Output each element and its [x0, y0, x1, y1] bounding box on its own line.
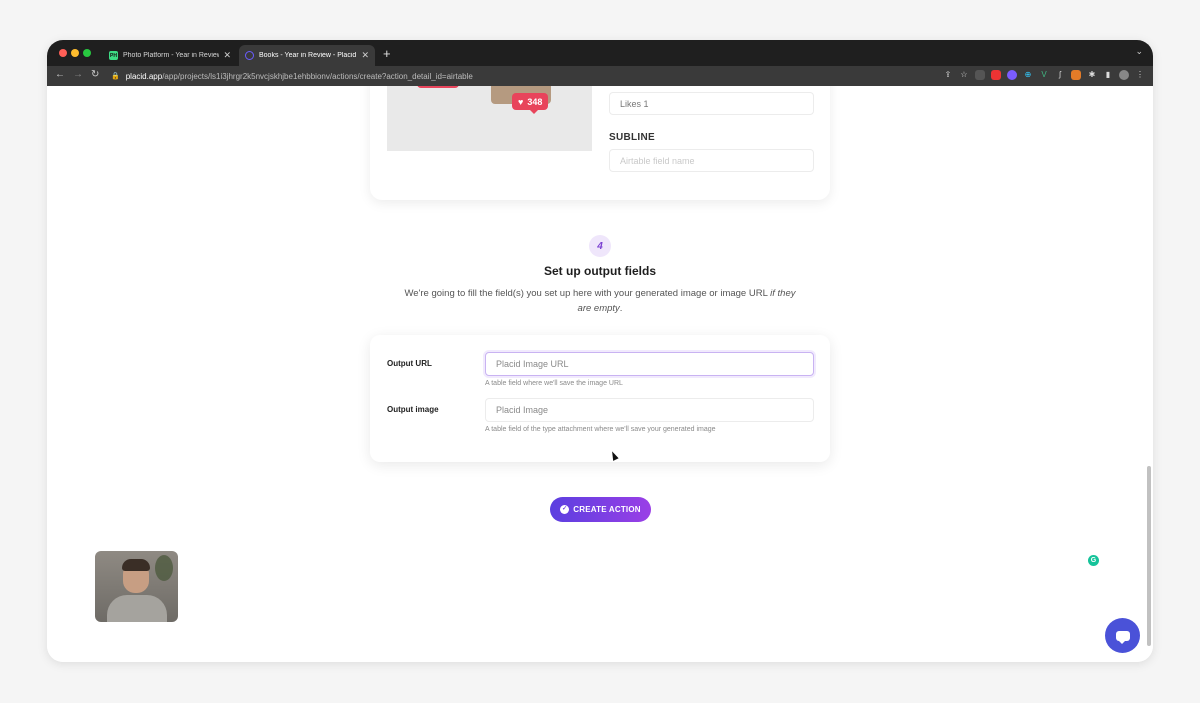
puzzle-icon[interactable]: ✱ [1087, 70, 1097, 80]
output-url-label: Output URL [387, 359, 432, 368]
field-mapping-card: ♥ 348 Likes 1 SUBLINE Airtable field nam… [370, 86, 830, 200]
close-tab-icon[interactable]: ✕ [223, 50, 231, 61]
extension-icon[interactable] [1007, 70, 1017, 80]
tab-photo-platform[interactable]: PH Photo Platform - Year in Review ✕ [103, 45, 237, 66]
tab-title: Photo Platform - Year in Review [123, 52, 220, 59]
chevron-down-icon[interactable]: ⌄ [1135, 46, 1143, 57]
section-title: Set up output fields [544, 264, 656, 278]
url-host: placid.app [125, 71, 163, 81]
output-image-input[interactable]: Placid Image [485, 398, 814, 422]
output-url-help: A table field where we'll save the image… [485, 380, 623, 387]
webcam-plant [155, 555, 173, 581]
tab-books[interactable]: Books - Year in Review - Placid ✕ [239, 45, 375, 66]
browser-toolbar: ← → ↻ 🔒 placid.app /app/projects/ls1i3jh… [47, 66, 1153, 86]
avatar[interactable] [1119, 70, 1129, 80]
output-fields-card: Output URL Placid Image URL A table fiel… [370, 335, 830, 462]
maximize-window-button[interactable] [83, 49, 91, 57]
step-number-badge: 4 [589, 235, 611, 257]
webcam-person-body [107, 595, 167, 622]
extension-icon[interactable] [991, 70, 1001, 80]
address-bar[interactable]: 🔒 placid.app /app/projects/ls1i3jhrgr2k5… [111, 68, 531, 84]
extension-icon[interactable]: ⊕ [1023, 70, 1033, 80]
menu-icon[interactable]: ⋮ [1135, 70, 1145, 80]
subline-label: SUBLINE [609, 132, 655, 143]
page-content: ♥ 348 Likes 1 SUBLINE Airtable field nam… [47, 86, 1153, 662]
lock-icon: 🔒 [111, 73, 120, 80]
tab-title: Books - Year in Review - Placid [259, 52, 357, 59]
back-arrow-icon[interactable]: ← [55, 69, 65, 80]
preview-badge-shape [417, 86, 459, 88]
browser-window: PH Photo Platform - Year in Review ✕ Boo… [47, 40, 1153, 662]
section-description: We're going to fill the field(s) you set… [400, 286, 800, 316]
share-icon[interactable]: ⇪ [943, 70, 953, 80]
close-window-button[interactable] [59, 49, 67, 57]
metamask-icon[interactable] [1071, 70, 1081, 80]
photo-platform-favicon-icon: PH [109, 51, 118, 60]
description-text: We're going to fill the field(s) you set… [404, 288, 771, 299]
bookmark-star-icon[interactable]: ☆ [959, 70, 969, 80]
chat-bubble-icon [1115, 630, 1130, 644]
output-image-help: A table field of the type attachment whe… [485, 426, 716, 433]
output-image-label: Output image [387, 405, 439, 414]
heart-icon: ♥ [518, 96, 524, 107]
description-end: . [619, 303, 623, 314]
extension-icon[interactable] [975, 70, 985, 80]
template-preview: ♥ 348 [387, 86, 592, 151]
webcam-overlay [95, 551, 178, 622]
reload-icon[interactable]: ↻ [91, 69, 99, 80]
create-action-button[interactable]: ✓ CREATE ACTION [550, 497, 651, 522]
scrollbar[interactable] [1147, 466, 1151, 646]
extensions-row: ⇪ ☆ ⊕ V ʃ ✱ ▮ ⋮ [943, 70, 1145, 80]
new-tab-icon[interactable]: + [383, 45, 391, 63]
placid-favicon-icon [245, 51, 254, 60]
check-circle-icon: ✓ [560, 505, 570, 514]
close-tab-icon[interactable]: ✕ [361, 50, 369, 61]
forward-arrow-icon[interactable]: → [73, 69, 83, 80]
tab-bar: PH Photo Platform - Year in Review ✕ Boo… [47, 40, 1153, 66]
subline-field-input[interactable]: Airtable field name [609, 149, 814, 172]
sidebar-icon[interactable]: ▮ [1103, 70, 1113, 80]
minimize-window-button[interactable] [71, 49, 79, 57]
likes-field-input[interactable]: Likes 1 [609, 92, 814, 115]
webcam-person-hair [122, 559, 150, 571]
extension-icon[interactable]: ʃ [1055, 70, 1065, 80]
grammarly-icon[interactable]: G [1088, 555, 1099, 566]
output-url-input[interactable]: Placid Image URL [485, 352, 814, 376]
create-action-label: CREATE ACTION [573, 505, 641, 514]
vue-icon[interactable]: V [1039, 70, 1049, 80]
chat-support-button[interactable] [1105, 618, 1140, 653]
url-path: /app/projects/ls1i3jhrgr2k5nvcjskhjbe1eh… [162, 71, 473, 81]
likes-count: 348 [527, 96, 543, 107]
likes-badge: ♥ 348 [512, 93, 549, 114]
